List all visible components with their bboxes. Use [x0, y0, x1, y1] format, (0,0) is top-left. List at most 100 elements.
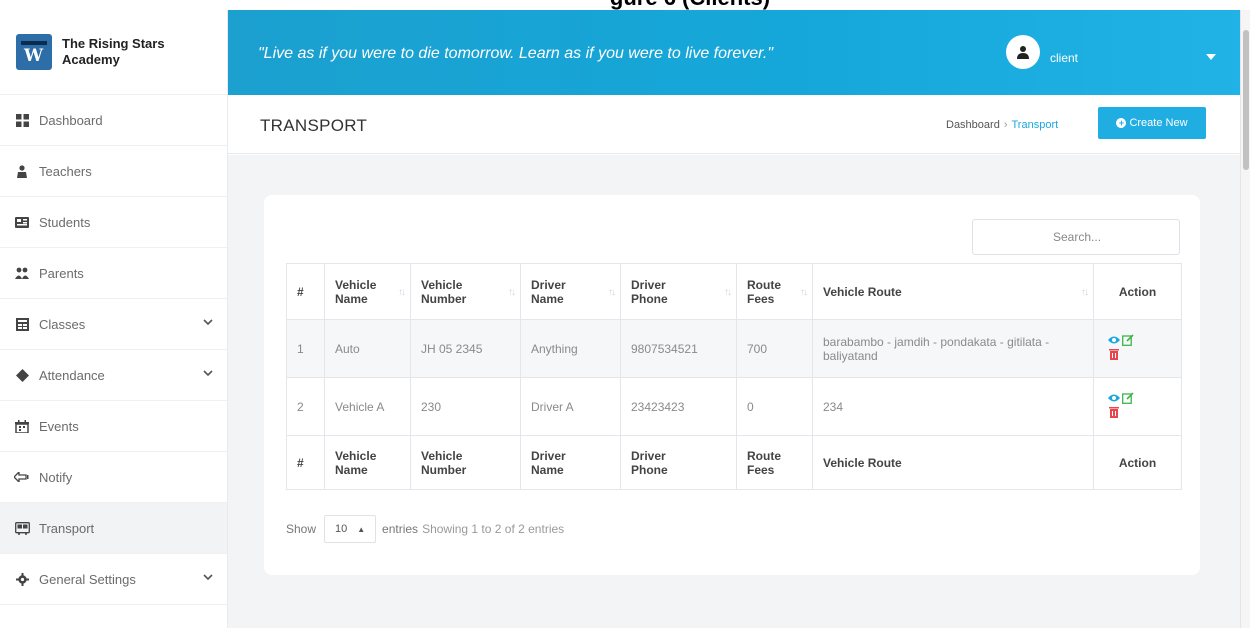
sidebar-item-teachers[interactable]: Teachers: [0, 146, 227, 197]
brand[interactable]: The Rising Stars Academy: [0, 10, 227, 95]
transport-card: # Vehicle Name↑↓ Vehicle Number↑↓ Driver…: [264, 195, 1200, 575]
app-window: gure 6 (Clients) The Rising Stars Academ…: [0, 0, 1250, 628]
edit-icon[interactable]: [1122, 334, 1134, 346]
chevron-down-icon: [203, 319, 213, 326]
sidebar-item-label: General Settings: [39, 571, 136, 587]
sidebar-item-general-settings[interactable]: General Settings: [0, 554, 227, 605]
page-length-value: 10: [335, 523, 348, 535]
sidebar-item-transport[interactable]: Transport: [0, 503, 227, 554]
create-new-button[interactable]: + Create New: [1098, 107, 1206, 139]
sidebar-item-notify[interactable]: Notify: [0, 452, 227, 503]
sidebar-item-label: Notify: [39, 469, 73, 485]
table-header-row: # Vehicle Name ↑↓ Vehicle Number ↑↓ Driver…: [286, 263, 1182, 320]
column-header-vehicle-name[interactable]: Vehicle Name ↑↓: [324, 263, 411, 320]
column-header-driver-phone[interactable]: Driver Phone ↑↓: [620, 263, 737, 320]
cell-vehicle-name: Auto: [324, 319, 411, 378]
column-header-route-fees[interactable]: Route Fees ↑↓: [736, 263, 813, 320]
footer-header-vehicle-number: Vehicle Number: [410, 435, 521, 490]
page-scrollbar[interactable]: [1240, 10, 1250, 628]
cell-actions: [1093, 377, 1182, 436]
sidebar-item-parents[interactable]: Parents: [0, 248, 227, 299]
footer-header-vehicle-name: Vehicle Name: [324, 435, 411, 490]
user-avatar-icon[interactable]: [1006, 35, 1040, 69]
sidebar-item-students[interactable]: Students: [0, 197, 227, 248]
cell-driver-phone: 23423423: [620, 377, 737, 436]
footer-header-driver-phone: Driver Phone: [620, 435, 737, 490]
sidebar-item-classes[interactable]: Classes: [0, 299, 227, 350]
sidebar-item-label: Attendance: [39, 367, 105, 383]
view-eye-icon[interactable]: [1108, 334, 1120, 346]
sort-icon: ↑↓: [800, 287, 808, 298]
footer-header-action: Action: [1093, 435, 1182, 490]
sidebar-item-dashboard[interactable]: Dashboard: [0, 95, 227, 146]
delete-trash-icon[interactable]: [1108, 348, 1120, 360]
edit-icon[interactable]: [1122, 392, 1134, 404]
scrollbar-thumb[interactable]: [1243, 30, 1249, 170]
page-header: TRANSPORT Dashboard › Transport + Create N…: [228, 95, 1240, 154]
column-header-vehicle-number[interactable]: Vehicle Number ↑↓: [410, 263, 521, 320]
sort-icon: ↑↓: [508, 287, 516, 298]
sort-icon: ↑↓: [1081, 287, 1089, 298]
breadcrumb-current: Transport: [1011, 119, 1059, 131]
table-footer-controls: Show 10 ▲ entries Showing 1 to 2 of 2 en…: [286, 515, 564, 543]
show-label: Show: [286, 522, 317, 536]
cell-driver-name: Anything: [520, 319, 621, 378]
table-info: Showing 1 to 2 of 2 entries: [422, 522, 565, 536]
search-input[interactable]: [972, 219, 1180, 255]
gear-icon: [14, 571, 30, 587]
sidebar-item-label: Classes: [39, 316, 86, 332]
teacher-icon: [14, 163, 30, 179]
sidebar-item-label: Dashboard: [39, 112, 103, 128]
transport-table: # Vehicle Name ↑↓ Vehicle Number ↑↓ Driver…: [286, 263, 1182, 490]
cell-vehicle-route: 234: [812, 377, 1094, 436]
transport-icon: [14, 520, 30, 536]
cell-vehicle-route: barabambo - jamdih - pondakata - gitilat…: [812, 319, 1094, 378]
column-header-action: Action: [1093, 263, 1182, 320]
students-icon: [14, 214, 30, 230]
cell-driver-phone: 9807534521: [620, 319, 737, 378]
column-header-driver-name[interactable]: Driver Name ↑↓: [520, 263, 621, 320]
entries-label: entries: [382, 522, 419, 536]
page-title: TRANSPORT: [260, 116, 368, 135]
cell-vehicle-name: Vehicle A: [324, 377, 411, 436]
sort-icon: ↑↓: [608, 287, 616, 298]
breadcrumb-dashboard-link[interactable]: Dashboard: [946, 119, 1000, 131]
username[interactable]: client: [1050, 51, 1078, 65]
cell-route-fees: 0: [736, 377, 813, 436]
delete-trash-icon[interactable]: [1108, 406, 1120, 418]
top-header: "Live as if you were to die tomorrow. Le…: [228, 10, 1250, 95]
cell-vehicle-number: 230: [410, 377, 521, 436]
header-quote: "Live as if you were to die tomorrow. Le…: [258, 45, 773, 62]
table-row: 2 Vehicle A 230 Driver A 23423423 0 234: [286, 377, 1182, 436]
page-length-select[interactable]: 10 ▲: [324, 515, 377, 543]
sidebar-item-label: Parents: [39, 265, 84, 281]
sidebar-item-label: Events: [39, 418, 79, 434]
column-header-number[interactable]: #: [286, 263, 325, 320]
document-caption: gure 6 (Clients): [0, 0, 1250, 10]
create-new-label: Create New: [1129, 117, 1188, 129]
sidebar-item-events[interactable]: Events: [0, 401, 227, 452]
sidebar-nav: Dashboard Teachers Students Parents Clas…: [0, 95, 227, 605]
select-arrows-icon: ▲: [357, 524, 366, 534]
sidebar-item-label: Teachers: [39, 163, 92, 179]
cell-vehicle-number: JH 05 2345: [410, 319, 521, 378]
cell-route-fees: 700: [736, 319, 813, 378]
caret-down-icon[interactable]: [1206, 53, 1216, 61]
notify-icon: [14, 469, 30, 485]
sidebar-item-attendance[interactable]: Attendance: [0, 350, 227, 401]
table-row: 1 Auto JH 05 2345 Anything 9807534521 70…: [286, 319, 1182, 378]
footer-header-route-fees: Route Fees: [736, 435, 813, 490]
sidebar-item-label: Students: [39, 214, 91, 230]
breadcrumb: Dashboard › Transport: [946, 119, 1058, 131]
sort-icon: ↑↓: [398, 287, 406, 298]
footer-header-vehicle-route: Vehicle Route: [812, 435, 1094, 490]
main-content: # Vehicle Name↑↓ Vehicle Number↑↓ Driver…: [228, 155, 1240, 628]
footer-header-driver-name: Driver Name: [520, 435, 621, 490]
table-footer-row: # Vehicle Name Vehicle Number Driver Nam…: [286, 435, 1182, 490]
footer-header-number: #: [286, 435, 325, 490]
column-header-vehicle-route[interactable]: Vehicle Route ↑↓: [812, 263, 1094, 320]
events-icon: [14, 418, 30, 434]
view-eye-icon[interactable]: [1108, 392, 1120, 404]
sidebar: The Rising Stars Academy Dashboard Teach…: [0, 10, 228, 628]
attendance-icon: [14, 367, 30, 383]
